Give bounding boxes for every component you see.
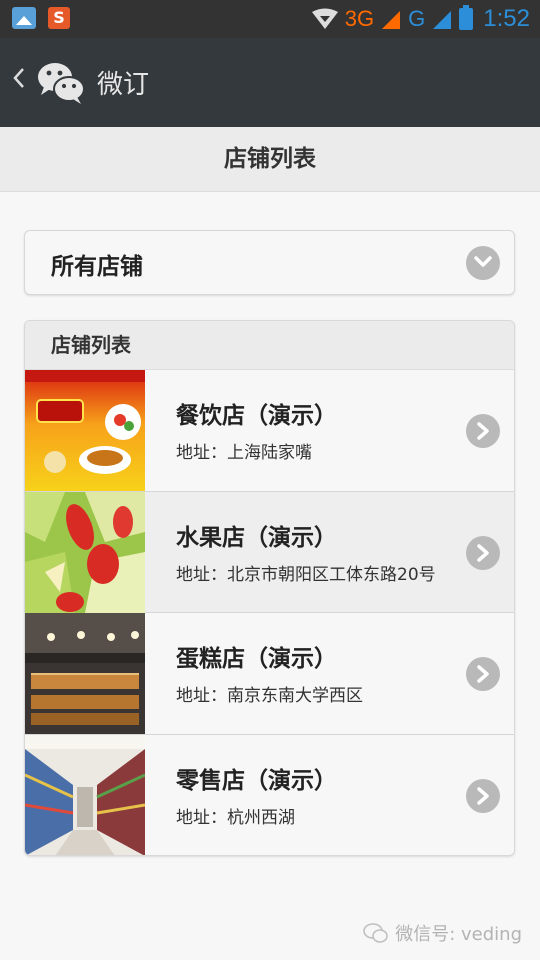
store-row-restaurant[interactable]: 餐饮店（演示） 地址：上海陆家嘴 bbox=[25, 370, 514, 492]
store-thumbnail-retail bbox=[25, 734, 145, 855]
store-thumbnail-restaurant bbox=[25, 370, 145, 491]
page-title: 店铺列表 bbox=[0, 127, 540, 192]
wechat-logo-icon bbox=[38, 63, 85, 104]
store-row-fruit[interactable]: 水果店（演示） 地址：北京市朝阳区工体东路20号 bbox=[25, 491, 514, 613]
sogou-notification-icon: S bbox=[48, 7, 70, 29]
wechat-watermark-icon bbox=[363, 923, 389, 943]
chevron-right-icon[interactable] bbox=[466, 657, 500, 691]
back-button[interactable] bbox=[12, 66, 26, 96]
store-name: 餐饮店（演示） bbox=[176, 403, 337, 429]
store-address: 地址：北京市朝阳区工体东路20号 bbox=[176, 564, 436, 585]
clock: 1:52 bbox=[483, 5, 530, 32]
store-list-panel: 店铺列表 餐饮店（演示） 地址：上海陆家嘴 水果店（演示） 地址：北京市朝阳区工… bbox=[24, 320, 515, 856]
network-3g-label: 3G bbox=[344, 6, 375, 31]
chevron-down-icon bbox=[474, 256, 492, 267]
store-row-retail[interactable]: 零售店（演示） 地址：杭州西湖 bbox=[25, 734, 514, 855]
wifi-icon bbox=[311, 8, 338, 29]
store-address: 地址：南京东南大学西区 bbox=[176, 686, 363, 706]
store-address: 地址：上海陆家嘴 bbox=[176, 443, 312, 463]
store-list-header: 店铺列表 bbox=[25, 321, 514, 370]
wechat-id-text: 微信号: veding bbox=[395, 924, 522, 945]
status-bar: S 3G G 1:52 bbox=[0, 0, 540, 38]
network-g-label: G bbox=[408, 6, 426, 31]
store-filter-dropdown[interactable]: 所有店铺 bbox=[24, 230, 515, 295]
signal-3g-icon bbox=[382, 11, 401, 29]
chevron-right-icon[interactable] bbox=[466, 778, 500, 813]
store-filter-value: 所有店铺 bbox=[51, 254, 143, 280]
chevron-left-icon bbox=[13, 68, 24, 88]
wechat-id-watermark: 微信号: veding bbox=[363, 920, 522, 946]
store-name: 水果店（演示） bbox=[176, 524, 337, 551]
dropdown-toggle[interactable] bbox=[466, 246, 500, 280]
title-bar: 微订 bbox=[0, 38, 540, 127]
gallery-notification-icon bbox=[12, 7, 36, 29]
chevron-right-icon[interactable] bbox=[466, 414, 500, 448]
store-name: 零售店（演示） bbox=[176, 767, 337, 794]
store-name: 蛋糕店（演示） bbox=[176, 646, 337, 672]
store-address: 地址：杭州西湖 bbox=[176, 807, 295, 828]
store-thumbnail-fruit bbox=[25, 491, 145, 613]
app-name: 微订 bbox=[97, 70, 150, 100]
store-row-cake[interactable]: 蛋糕店（演示） 地址：南京东南大学西区 bbox=[25, 613, 514, 735]
store-thumbnail-cake bbox=[25, 613, 145, 734]
battery-icon bbox=[459, 5, 474, 30]
signal-g-icon bbox=[433, 11, 452, 29]
chevron-right-icon[interactable] bbox=[466, 535, 500, 570]
